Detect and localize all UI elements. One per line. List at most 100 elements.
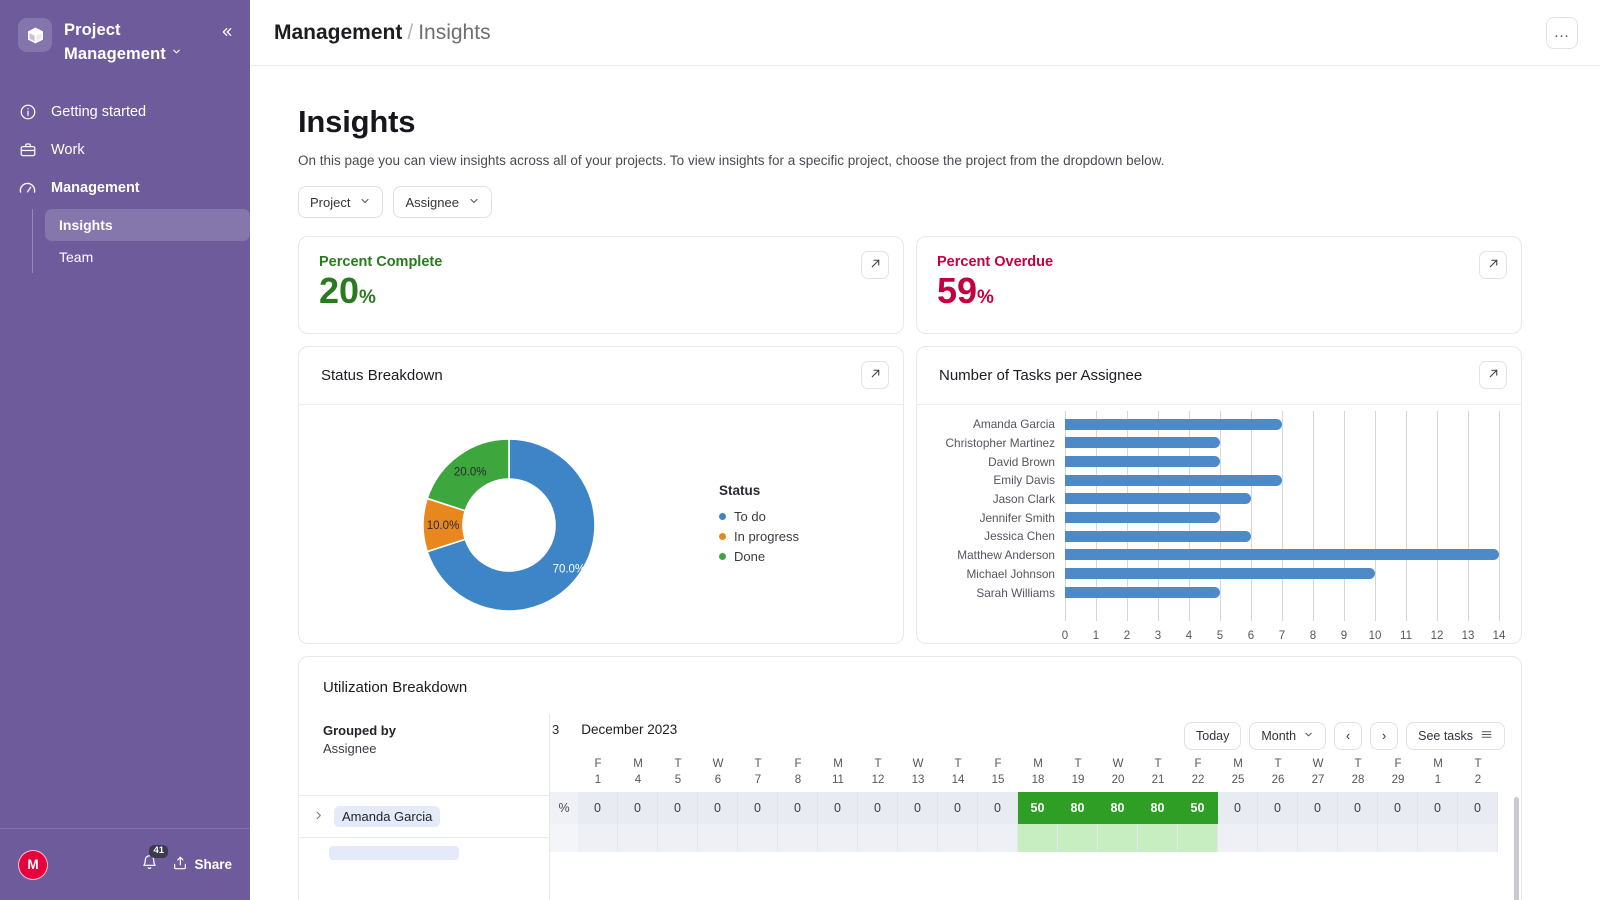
utilization-cell[interactable]: 0	[1298, 792, 1338, 824]
bar-fill[interactable]	[1065, 586, 1220, 598]
legend-item[interactable]: To do	[719, 506, 799, 526]
timeline-day-header: M4	[618, 758, 658, 792]
utilization-cell[interactable]: 0	[578, 792, 618, 824]
see-tasks-label: See tasks	[1418, 729, 1473, 743]
bar-fill[interactable]	[1065, 418, 1282, 430]
utilization-cell[interactable]: 0	[1378, 792, 1418, 824]
utilization-cell[interactable]: 0	[698, 792, 738, 824]
assignee-filter[interactable]: Assignee	[393, 186, 492, 218]
expand-percent-overdue-button[interactable]	[1479, 251, 1507, 279]
more-options-button[interactable]: …	[1546, 16, 1578, 49]
utilization-cell[interactable]: 0	[1218, 792, 1258, 824]
vertical-scrollbar[interactable]	[1514, 797, 1519, 900]
utilization-subrow-cell[interactable]	[778, 824, 818, 852]
next-period-button[interactable]: ›	[1370, 722, 1399, 750]
utilization-subrow-cell[interactable]	[1098, 824, 1138, 852]
sidebar-item-getting-started[interactable]: Getting started	[0, 93, 250, 131]
utilization-cell[interactable]: 50	[1178, 792, 1218, 824]
month-select[interactable]: Month	[1249, 722, 1327, 750]
bar-fill[interactable]	[1065, 455, 1220, 467]
utilization-subrow-cell[interactable]	[1018, 824, 1058, 852]
today-button[interactable]: Today	[1184, 722, 1242, 750]
sidebar-item-team[interactable]: Team	[45, 241, 250, 273]
utilization-subrow-cell[interactable]	[1298, 824, 1338, 852]
bar-row: Christopher Martinez	[917, 434, 1499, 453]
legend-label: Done	[734, 548, 766, 564]
utilization-cell[interactable]: 0	[1458, 792, 1498, 824]
utilization-cell[interactable]: 0	[1338, 792, 1378, 824]
expand-percent-complete-button[interactable]	[861, 251, 889, 279]
x-axis-tick: 5	[1216, 629, 1224, 642]
expand-tasks-per-assignee-button[interactable]	[1479, 361, 1507, 389]
utilization-cell[interactable]: 0	[738, 792, 778, 824]
collapse-sidebar-button[interactable]	[218, 18, 234, 43]
utilization-cell[interactable]: 0	[858, 792, 898, 824]
utilization-subrow-cell[interactable]	[578, 824, 618, 852]
see-tasks-button[interactable]: See tasks	[1406, 722, 1505, 750]
utilization-cell[interactable]: 80	[1138, 792, 1178, 824]
utilization-breakdown-card: Utilization Breakdown Grouped by Assigne…	[298, 656, 1522, 900]
day-number: 21	[1151, 774, 1165, 786]
sidebar-item-management[interactable]: Management	[0, 169, 250, 207]
utilization-subrow-cell[interactable]	[818, 824, 858, 852]
legend-item[interactable]: Done	[719, 546, 799, 566]
utilization-cell[interactable]: 0	[818, 792, 858, 824]
utilization-subrow-cell[interactable]	[1458, 824, 1498, 852]
utilization-cell[interactable]: 0	[778, 792, 818, 824]
utilization-cell[interactable]: 0	[618, 792, 658, 824]
prev-period-button[interactable]: ‹	[1334, 722, 1363, 750]
legend-item[interactable]: In progress	[719, 526, 799, 546]
utilization-cell[interactable]: 80	[1058, 792, 1098, 824]
utilization-cell[interactable]: 0	[938, 792, 978, 824]
bar-category-label: Michael Johnson	[966, 566, 1055, 581]
bar-fill[interactable]	[1065, 474, 1282, 486]
expand-status-breakdown-button[interactable]	[861, 361, 889, 389]
sidebar-item-work[interactable]: Work	[0, 131, 250, 169]
utilization-row-header: Amanda Garcia	[299, 795, 549, 837]
bar-fill[interactable]	[1065, 437, 1220, 449]
utilization-subrow-cell[interactable]	[1378, 824, 1418, 852]
utilization-cell[interactable]: 0	[1258, 792, 1298, 824]
utilization-cell[interactable]: 0	[978, 792, 1018, 824]
utilization-subrow-cell[interactable]	[1258, 824, 1298, 852]
timeline-day-header: F 15	[978, 758, 1018, 792]
utilization-subrow-cell[interactable]	[658, 824, 698, 852]
bar-fill[interactable]	[1065, 568, 1375, 579]
bar-fill[interactable]	[1065, 530, 1251, 542]
utilization-subrow-cell[interactable]	[898, 824, 938, 852]
app-title[interactable]: Project Management	[64, 18, 206, 65]
utilization-cell[interactable]: 80	[1098, 792, 1138, 824]
breadcrumb-parent[interactable]: Management	[274, 21, 402, 44]
day-of-week: T	[1474, 758, 1482, 770]
assignee-name[interactable]: Amanda Garcia	[334, 806, 441, 827]
utilization-subrow-cell[interactable]	[1138, 824, 1178, 852]
sidebar-item-insights[interactable]: Insights	[45, 209, 250, 241]
utilization-subrow-cell[interactable]	[978, 824, 1018, 852]
project-filter[interactable]: Project	[298, 186, 384, 218]
avatar[interactable]: M	[18, 849, 48, 880]
utilization-subrow-cell[interactable]	[1418, 824, 1458, 852]
utilization-subrow-cell[interactable]	[698, 824, 738, 852]
utilization-cell[interactable]: 0	[898, 792, 938, 824]
share-button[interactable]: Share	[172, 855, 232, 874]
utilization-subrow-cell[interactable]	[738, 824, 778, 852]
timeline-day-header: M 11	[818, 758, 858, 792]
utilization-subrow-cell[interactable]	[618, 824, 658, 852]
utilization-subrow-cell[interactable]	[1058, 824, 1098, 852]
utilization-subrow-cell[interactable]	[938, 824, 978, 852]
utilization-subrow-cell[interactable]	[858, 824, 898, 852]
utilization-subrow-cell[interactable]	[1218, 824, 1258, 852]
notifications-button[interactable]: 41	[141, 844, 169, 876]
bar-fill[interactable]	[1065, 511, 1220, 523]
utilization-row-placeholder	[299, 837, 549, 860]
bar-fill[interactable]	[1065, 549, 1499, 561]
utilization-cell[interactable]: 0	[658, 792, 698, 824]
utilization-subrow-cell[interactable]	[1338, 824, 1378, 852]
utilization-subrow-cell[interactable]	[1178, 824, 1218, 852]
bar-fill[interactable]	[1065, 493, 1251, 505]
timeline-day-header: F 29	[1378, 758, 1418, 792]
utilization-cell[interactable]: 50	[1018, 792, 1058, 824]
utilization-cell[interactable]: 0	[1418, 792, 1458, 824]
chevron-right-icon[interactable]	[309, 810, 328, 824]
status-breakdown-title: Status Breakdown	[299, 347, 903, 405]
